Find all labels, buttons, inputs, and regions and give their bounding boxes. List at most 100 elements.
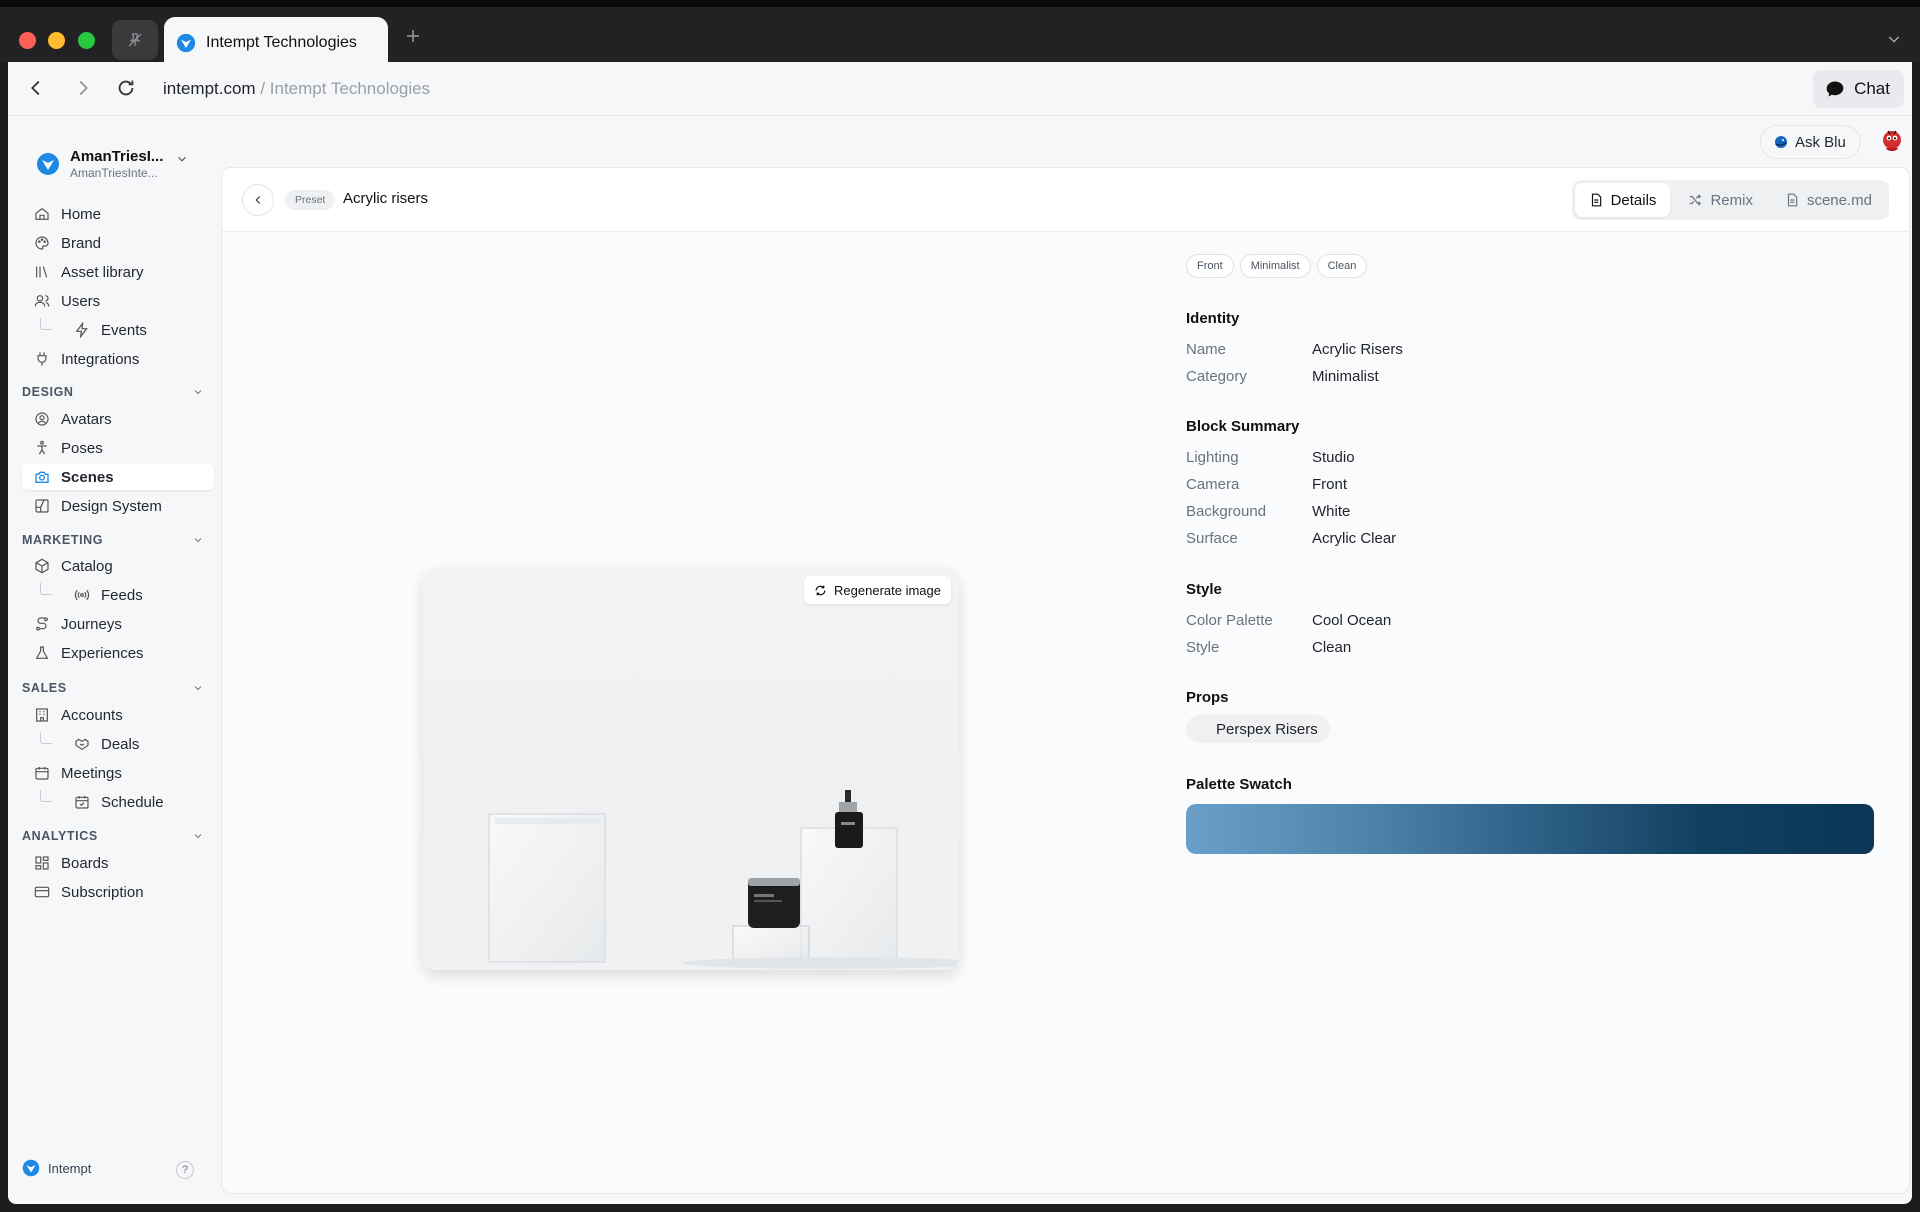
- section-sales[interactable]: SALES: [22, 678, 204, 698]
- sidebar-item-schedule[interactable]: Schedule: [22, 789, 214, 815]
- footer-brand[interactable]: Intempt: [22, 1159, 91, 1177]
- browser-titlebar: Intempt Technologies: [0, 0, 1920, 69]
- sidebar-item-scenes[interactable]: Scenes: [22, 464, 214, 490]
- minimize-window-button[interactable]: [48, 32, 65, 49]
- sidebar-item-deals[interactable]: Deals: [22, 731, 214, 757]
- sidebar-item-experiences[interactable]: Experiences: [22, 640, 214, 666]
- tag-list: Front Minimalist Clean: [1186, 254, 1876, 278]
- sidebar-item-label: Asset library: [61, 263, 144, 281]
- user-avatar[interactable]: [1878, 128, 1906, 156]
- arrow-left-icon: [31, 80, 40, 96]
- detail-row-camera: Camera Front: [1186, 476, 1876, 493]
- scene-panel: Preset Acrylic risers Details Remix scen…: [221, 167, 1910, 1194]
- sidebar-item-catalog[interactable]: Catalog: [22, 553, 214, 579]
- sidebar-item-label: Integrations: [61, 350, 140, 368]
- grid-icon: [35, 856, 49, 870]
- section-marketing[interactable]: MARKETING: [22, 530, 204, 550]
- section-label: SALES: [22, 681, 67, 695]
- sidebar-item-avatars[interactable]: Avatars: [22, 406, 214, 432]
- box-icon: [35, 558, 49, 574]
- tab-label: Remix: [1710, 191, 1753, 209]
- new-tab-button[interactable]: [404, 27, 422, 45]
- sidebar-item-accounts[interactable]: Accounts: [22, 702, 214, 728]
- tab-remix[interactable]: Remix: [1674, 183, 1767, 217]
- view-tabs: Details Remix scene.md: [1571, 180, 1889, 220]
- sidebar-item-brand[interactable]: Brand: [22, 230, 214, 256]
- sidebar-item-label: Brand: [61, 234, 102, 252]
- section-props-title: Props: [1186, 689, 1229, 706]
- camera-icon: [35, 471, 49, 483]
- sidebar-item-label: Deals: [101, 735, 140, 753]
- detail-row-category: Category Minimalist: [1186, 368, 1876, 385]
- sidebar-item-subscription[interactable]: Subscription: [22, 879, 214, 905]
- flask-icon: [35, 646, 49, 659]
- back-button[interactable]: [25, 77, 47, 99]
- detail-row-lighting: Lighting Studio: [1186, 449, 1876, 466]
- url-path: / Intempt Technologies: [255, 79, 431, 98]
- close-window-button[interactable]: [19, 32, 36, 49]
- sidebar-item-label: Boards: [61, 854, 109, 872]
- section-analytics[interactable]: ANALYTICS: [22, 826, 204, 846]
- tag-chip[interactable]: Clean: [1316, 254, 1368, 278]
- sidebar-item-journeys[interactable]: Journeys: [22, 611, 214, 637]
- reload-button[interactable]: [115, 77, 137, 99]
- detail-row-background: Background White: [1186, 503, 1876, 520]
- prop-chip[interactable]: Perspex Risers: [1186, 715, 1330, 743]
- detail-row-name: Name Acrylic Risers: [1186, 341, 1876, 358]
- regenerate-image-button[interactable]: Regenerate image: [804, 576, 951, 604]
- detail-key: Category: [1186, 368, 1247, 385]
- ask-blu-button[interactable]: Ask Blu: [1760, 125, 1861, 159]
- tag-chip[interactable]: Minimalist: [1239, 254, 1311, 278]
- sidebar-item-label: Design System: [61, 497, 162, 515]
- palette-swatch: [1186, 804, 1874, 854]
- avatar-character-icon: [1883, 130, 1901, 151]
- reload-icon: [118, 80, 134, 96]
- page-title: Acrylic risers: [343, 190, 428, 207]
- detail-key: Background: [1186, 503, 1267, 520]
- sidebar-item-design-system[interactable]: Design System: [22, 493, 214, 519]
- forward-button[interactable]: [72, 77, 94, 99]
- help-icon: ?: [181, 1164, 189, 1176]
- calendar-check-icon: [75, 796, 89, 809]
- sidebar-item-integrations[interactable]: Integrations: [22, 346, 214, 372]
- sidebar-item-poses[interactable]: Poses: [22, 435, 214, 461]
- sidebar-item-meetings[interactable]: Meetings: [22, 760, 214, 786]
- maximize-window-button[interactable]: [78, 32, 95, 49]
- sidebar-item-label: Avatars: [61, 410, 112, 428]
- chat-button[interactable]: Chat: [1813, 70, 1904, 108]
- file-text-icon: [1787, 193, 1798, 207]
- sidebar-item-label: Accounts: [61, 706, 123, 724]
- tab-scene-md[interactable]: scene.md: [1771, 183, 1886, 217]
- workspace-switcher[interactable]: AmanTriesI... AmanTriesInte...: [36, 148, 163, 180]
- browser-window: intempt.com / Intempt Technologies Chat …: [8, 62, 1912, 1204]
- broadcast-icon: [74, 589, 90, 601]
- pin-tab-button[interactable]: [112, 20, 158, 60]
- sidebar-item-label: Meetings: [61, 764, 122, 782]
- panel-back-button[interactable]: [242, 184, 274, 216]
- sidebar-item-label: Events: [101, 321, 147, 339]
- detail-value: Studio: [1312, 449, 1355, 466]
- sidebar-item-events[interactable]: Events: [22, 317, 214, 343]
- workspace-subtitle: AmanTriesInte...: [70, 166, 158, 180]
- calendar-icon: [35, 767, 49, 780]
- sidebar-item-label: Experiences: [61, 644, 144, 662]
- detail-value: Minimalist: [1312, 368, 1379, 385]
- sidebar-item-feeds[interactable]: Feeds: [22, 582, 214, 608]
- refresh-icon: [815, 585, 826, 595]
- tab-details[interactable]: Details: [1574, 183, 1671, 217]
- sidebar-item-asset-library[interactable]: Asset library: [22, 259, 214, 285]
- sidebar-item-users[interactable]: Users: [22, 288, 214, 314]
- help-button[interactable]: ?: [176, 1161, 194, 1179]
- section-design[interactable]: DESIGN: [22, 382, 204, 402]
- detail-key: Color Palette: [1186, 612, 1273, 629]
- sidebar-item-boards[interactable]: Boards: [22, 850, 214, 876]
- address-bar[interactable]: intempt.com / Intempt Technologies: [163, 79, 430, 99]
- tab-label: Details: [1610, 191, 1657, 209]
- tab-list-button[interactable]: [1886, 31, 1902, 47]
- sidebar-item-label: Schedule: [101, 793, 164, 811]
- sidebar-item-home[interactable]: Home: [22, 201, 214, 227]
- regenerate-label: Regenerate image: [834, 582, 941, 598]
- workspace-chevron[interactable]: [175, 152, 189, 166]
- sidebar-item-label: Journeys: [61, 615, 122, 633]
- tag-chip[interactable]: Front: [1186, 254, 1234, 278]
